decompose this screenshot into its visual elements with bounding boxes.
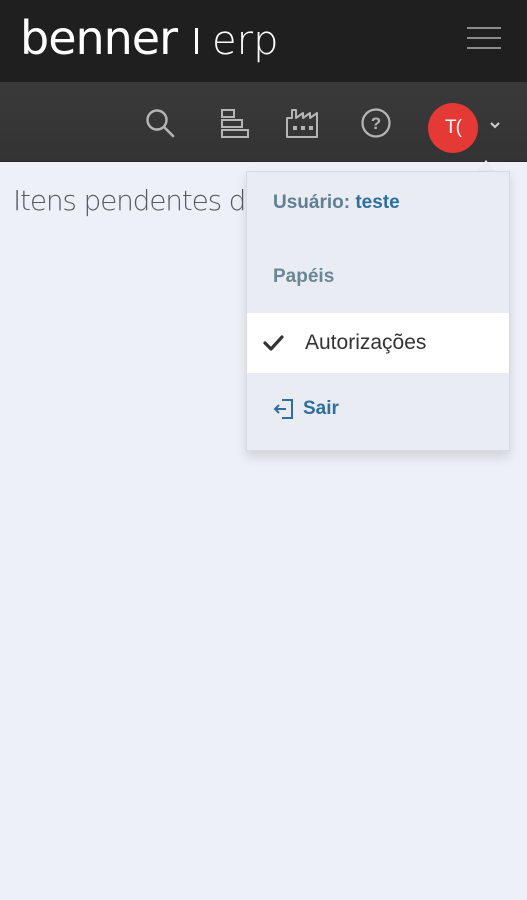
user-name: teste (355, 192, 400, 213)
user-avatar[interactable]: T( (428, 103, 478, 153)
hamburger-icon[interactable] (467, 27, 501, 49)
logout-label: Sair (303, 398, 339, 419)
help-icon[interactable]: ? (359, 106, 393, 140)
chevron-down-icon[interactable] (488, 118, 502, 132)
logout-icon (273, 399, 293, 419)
role-item-autorizacoes[interactable]: Autorizações (247, 313, 509, 373)
search-icon[interactable] (143, 106, 177, 140)
roles-header: Papéis (273, 266, 335, 287)
brand-name: benner (20, 11, 178, 65)
user-label: Usuário: (273, 192, 351, 213)
product-name: erp (212, 18, 279, 64)
top-header: benner erp (0, 0, 527, 82)
factory-icon[interactable] (285, 106, 319, 140)
app-logo[interactable]: benner erp (20, 8, 278, 68)
check-icon (262, 332, 284, 354)
current-user: Usuário: teste (273, 192, 400, 214)
svg-text:?: ? (371, 114, 381, 133)
user-dropdown-menu: Usuário: teste Papéis Autorizações Sair (246, 171, 510, 451)
logo-divider (195, 28, 199, 54)
dropdown-arrow (477, 160, 495, 171)
tasks-icon[interactable] (218, 106, 252, 140)
page-title: Itens pendentes de (13, 184, 262, 217)
logout-button[interactable]: Sair (273, 397, 339, 421)
role-label: Autorizações (305, 331, 427, 354)
